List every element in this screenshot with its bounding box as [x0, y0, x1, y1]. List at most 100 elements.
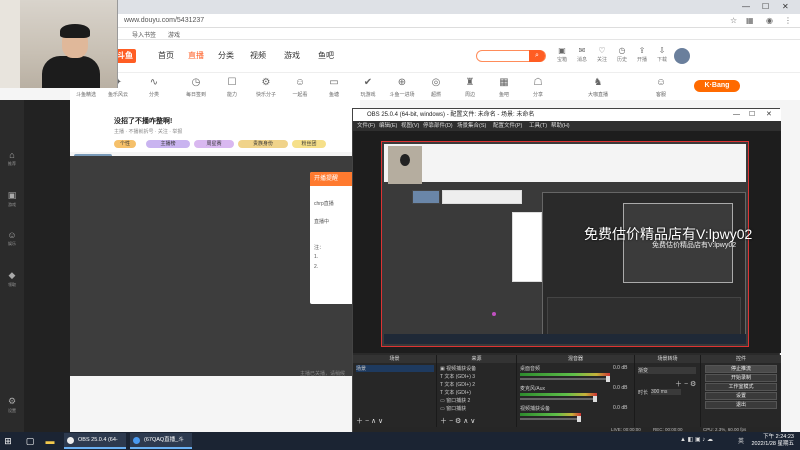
maximize-icon[interactable]: ☐	[749, 109, 755, 121]
history-icon[interactable]: ◷ 历史	[614, 46, 630, 63]
upload-icon[interactable]: ⇪ 开播	[634, 46, 650, 63]
bookmark-games[interactable]: 游戏	[168, 30, 180, 39]
scene-item[interactable]: 场景	[356, 365, 434, 372]
tag-pill[interactable]: 粉丝团	[292, 140, 326, 148]
close-icon[interactable]: ✕	[766, 109, 772, 121]
source-item[interactable]: ▭ 窗口捕获 2	[440, 397, 470, 404]
source-item[interactable]: T 文本 (GDI+)	[440, 389, 471, 396]
category-item[interactable]: ◷ 每日签到	[180, 77, 212, 98]
start-recording-button[interactable]: 开始录制	[705, 374, 777, 382]
menu-view[interactable]: 视图(V)	[401, 121, 419, 131]
source-item[interactable]: T 文本 (GDI+) 3	[440, 373, 475, 380]
stop-stream-button[interactable]: 停止推流	[705, 365, 777, 373]
download-icon[interactable]: ⇩ 下载	[654, 46, 670, 63]
minimize-icon[interactable]: —	[742, 2, 750, 11]
address-bar[interactable]: www.douyu.com/5431237 ☆ ▦ ◉ ⋮	[0, 14, 800, 28]
menu-icon[interactable]: ⋮	[784, 16, 792, 25]
nav-game[interactable]: 游戏	[284, 50, 300, 61]
avatar[interactable]	[674, 48, 690, 64]
minimize-icon[interactable]: —	[733, 109, 740, 121]
follow-icon[interactable]: ♡ 关注	[594, 46, 610, 63]
obs-titlebar: OBS 25.0.4 (64-bit, windows) - 配置文件: 未命名…	[353, 109, 781, 121]
collections-icon[interactable]: ▦	[746, 16, 754, 25]
category-item[interactable]: ☺ 客服	[645, 77, 677, 98]
brand-banner[interactable]: K·Bang	[694, 80, 740, 92]
video-icon[interactable]: ☺ 娱乐	[0, 230, 24, 247]
windows-start-icon[interactable]: ⊞	[0, 432, 16, 450]
settings-button[interactable]: 设置	[705, 392, 777, 400]
volume-slider[interactable]	[520, 396, 597, 402]
volume-slider[interactable]	[520, 376, 611, 382]
url-text[interactable]: www.douyu.com/5431237	[124, 17, 204, 24]
settings-icon[interactable]: ⚙ 设置	[0, 396, 24, 414]
source-item[interactable]: T 文本 (GDI+) 2	[440, 381, 475, 388]
category-item[interactable]: ▦ 鱼吧	[488, 77, 520, 98]
star-icon[interactable]: ☆	[730, 16, 737, 25]
left-panel	[24, 100, 70, 432]
nav-video[interactable]: 视频	[250, 50, 266, 61]
source-item[interactable]: ▭ 窗口捕获	[440, 405, 466, 412]
maximize-icon[interactable]: ☐	[762, 2, 769, 11]
message-icon[interactable]: ✉ 消息	[574, 46, 590, 63]
taskbar-app-obs[interactable]: OBS 25.0.4 (64-bi...	[64, 433, 126, 449]
taskbar-app-browser[interactable]: (67QAQ直播_斗(1...	[130, 433, 192, 449]
source-tools[interactable]: ＋ − ⚙ ∧ ∨	[440, 416, 475, 426]
menu-tools[interactable]: 工具(T)	[529, 121, 547, 131]
category-item[interactable]: ♜ 周边	[454, 77, 486, 98]
task-view-icon[interactable]: ▢	[22, 432, 38, 450]
obs-menubar: 文件(F) 编辑(E) 视图(V) 停靠部件(D) 场景集合(S) 配置文件(P…	[353, 121, 781, 131]
tag-pill[interactable]: 贵族身份	[238, 140, 288, 148]
mouse-cursor	[492, 312, 496, 316]
input-language[interactable]: 英	[738, 436, 744, 445]
category-item[interactable]: ✔ 玩游戏	[352, 77, 384, 98]
home-icon[interactable]: ⌂ 推荐	[0, 150, 24, 167]
tag-pill[interactable]: 个性	[114, 140, 136, 148]
transition-tools[interactable]: ＋ − ⚙	[675, 379, 696, 389]
nav-category[interactable]: 分类	[218, 50, 234, 61]
tag-pill[interactable]: 主播榜	[146, 140, 190, 148]
nav-yuba[interactable]: 鱼吧	[318, 50, 334, 61]
category-item[interactable]: ☐ 能力	[216, 77, 248, 98]
category-item[interactable]: ⊕ 斗鱼一进场	[386, 77, 418, 98]
transition-select[interactable]: 渐变	[638, 367, 696, 374]
scene-tools[interactable]: ＋ − ∧ ∨	[356, 416, 383, 426]
mixer-channel-db: 0.0 dB	[613, 385, 628, 391]
category-item[interactable]: ☖ 分享	[522, 77, 554, 98]
category-item[interactable]: ☺ 一起看	[284, 77, 316, 98]
menu-file[interactable]: 文件(F)	[357, 121, 375, 131]
tray-icons[interactable]: ▲ ◧ ▣ ♪ ☁	[680, 436, 713, 443]
source-item[interactable]: ▣ 视频捕获设备	[440, 365, 476, 372]
obs-title-text: OBS 25.0.4 (64-bit, windows) - 配置文件: 未命名…	[367, 112, 535, 118]
menu-help[interactable]: 帮助(H)	[551, 121, 570, 131]
system-clock[interactable]: 下午 2:24:23 2022/1/28 星期五	[748, 434, 795, 448]
audio-meter	[520, 413, 581, 416]
duration-input[interactable]: 300 ms	[651, 389, 681, 395]
profile-icon[interactable]: ◉	[766, 16, 773, 25]
exit-button[interactable]: 退出	[705, 401, 777, 409]
chest-icon[interactable]: ▣ 宝箱	[554, 46, 570, 63]
nav-live[interactable]: 直播	[188, 50, 204, 61]
category-item[interactable]: ▭ 鱼塘	[318, 77, 350, 98]
search-icon[interactable]: ⌕	[529, 50, 545, 62]
category-item[interactable]: ⚙ 快乐分子	[250, 77, 282, 98]
file-explorer-icon[interactable]: ▬	[42, 432, 58, 450]
nav-home[interactable]: 首页	[158, 50, 174, 61]
clock-time: 下午 2:24:23	[763, 434, 794, 440]
tag-pill[interactable]: 周星赛	[194, 140, 234, 148]
volume-slider[interactable]	[520, 416, 581, 422]
diamond-icon[interactable]: ◆ 领取	[0, 270, 24, 288]
game-icon[interactable]: ▣ 游戏	[0, 190, 24, 208]
close-icon[interactable]: ✕	[782, 2, 789, 11]
popup-line: 1.	[314, 254, 319, 260]
menu-dock[interactable]: 停靠部件(D)	[423, 121, 453, 131]
bookmark-import[interactable]: 导入书签	[132, 30, 156, 39]
dock-header: 来源	[437, 355, 516, 363]
studio-mode-button[interactable]: 工作室模式	[705, 383, 777, 391]
category-item[interactable]: ♞ 大咖直播	[582, 77, 614, 98]
menu-profile[interactable]: 配置文件(P)	[493, 121, 522, 131]
menu-edit[interactable]: 编辑(E)	[379, 121, 397, 131]
menu-scene-collection[interactable]: 场景集合(S)	[457, 121, 486, 131]
search-input[interactable]: ⌕	[476, 50, 546, 62]
category-item[interactable]: ∿ 分类	[138, 77, 170, 98]
category-item[interactable]: ◎ 超燃	[420, 77, 452, 98]
